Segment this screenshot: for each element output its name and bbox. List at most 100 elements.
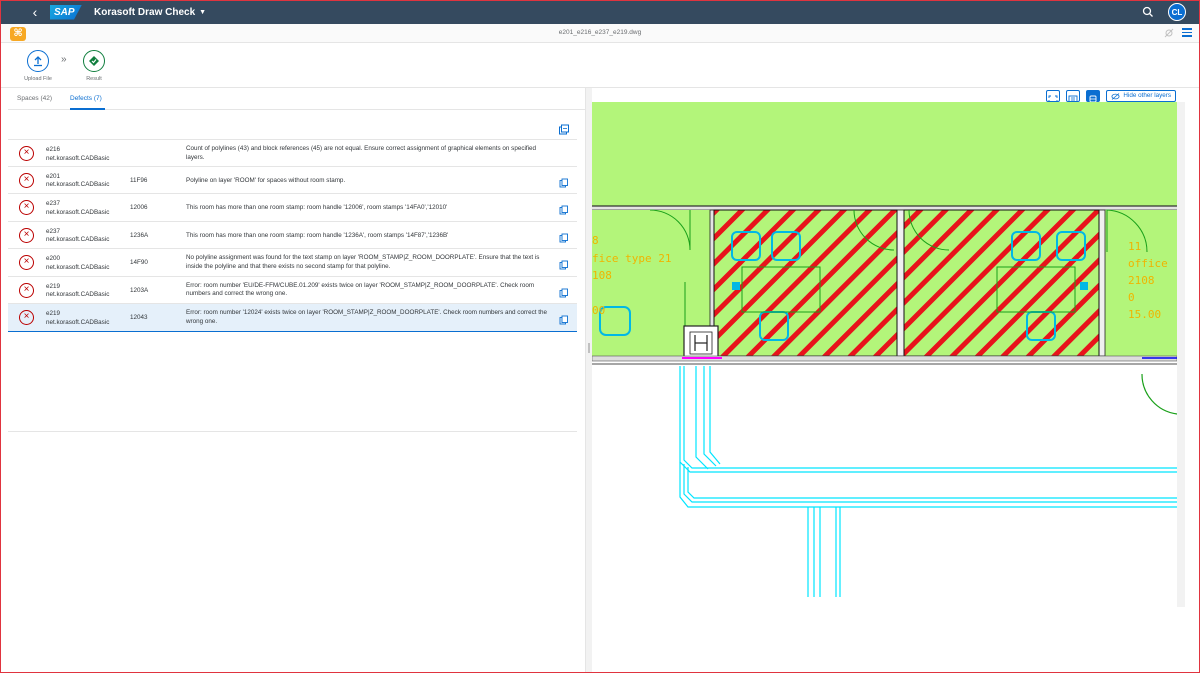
tab-spaces[interactable]: Spaces (42) [17, 95, 52, 102]
upload-icon[interactable] [27, 50, 49, 72]
copy-icon[interactable] [559, 175, 569, 187]
room-right-label-level: 0 [1128, 291, 1135, 304]
defect-message: This room has more than one room stamp: … [186, 204, 448, 211]
panel-splitter[interactable] [585, 88, 592, 673]
defect-source: net.korasoft.CADBasic [46, 181, 110, 188]
defect-row[interactable]: × e201 net.korasoft.CADBasic 11F96 Polyline … [8, 166, 577, 194]
defect-row[interactable]: × e237 net.korasoft.CADBasic 1236A This room… [8, 221, 577, 249]
defect-handle: 1236A [130, 231, 149, 239]
sap-logo-text: SAP [54, 6, 75, 18]
defect-source: net.korasoft.CADBasic [46, 236, 110, 243]
copy-icon[interactable] [559, 312, 569, 325]
document-bar: ⌘ e201_e216_e237_e219.dwg [0, 24, 1200, 43]
result-label: Result [86, 76, 102, 82]
defect-code-block: e200 net.korasoft.CADBasic [46, 255, 109, 272]
room-right-label-code: 2108 [1128, 274, 1155, 287]
defect-code: e219 [46, 310, 61, 317]
hide-other-layers-label: Hide other layers [1123, 92, 1171, 99]
defect-code: e237 [46, 227, 61, 235]
defect-source: net.korasoft.CADBasic [46, 318, 110, 326]
defect-code: e200 [46, 255, 61, 262]
defect-message: No polyline assignment was found for the… [186, 254, 540, 270]
room-left-label-type: fice type 21 [592, 252, 671, 265]
defect-row[interactable]: × e237 net.korasoft.CADBasic 12006 This room… [8, 194, 577, 222]
defect-code-block: e237 net.korasoft.CADBasic [46, 200, 109, 217]
defect-handle: 11F96 [130, 176, 148, 184]
upload-file-label: Upload File [24, 76, 52, 82]
app-title[interactable]: Korasoft Draw Check [94, 7, 195, 18]
wall-top [592, 206, 1177, 210]
upload-file-step[interactable]: Upload File [18, 50, 58, 82]
copy-icon[interactable] [559, 202, 569, 215]
error-icon: × [19, 146, 34, 161]
tab-active-indicator [70, 108, 105, 110]
defect-row[interactable]: × e216 net.korasoft.CADBasic Count of polyl… [8, 139, 577, 167]
defect-code-block: e237 net.korasoft.CADBasic [46, 228, 109, 245]
defect-message: Count of polylines (43) and block refere… [186, 145, 537, 161]
drawing-toolbar: Hide other layers [1046, 90, 1176, 103]
highlight-layers-button[interactable] [1086, 90, 1101, 103]
fit-to-screen-button[interactable] [1046, 90, 1061, 103]
defects-panel: Spaces (42) Defects (7) × e216 net.korasof… [0, 88, 585, 673]
defect-source: net.korasoft.CADBasic [46, 291, 110, 298]
back-icon[interactable]: ‹ [24, 4, 46, 20]
chevron-down-icon[interactable]: ▼ [199, 9, 206, 16]
defect-handle: 12043 [130, 314, 148, 321]
splitter-grip-icon[interactable] [588, 343, 590, 353]
avatar[interactable]: CL [1168, 3, 1186, 21]
layers-list-button[interactable] [1066, 90, 1081, 103]
hide-other-layers-button[interactable]: Hide other layers [1106, 90, 1176, 102]
defect-row[interactable]: × e200 net.korasoft.CADBasic 14F90 No polyli… [8, 249, 577, 277]
defect-code-block: e216 net.korasoft.CADBasic [46, 146, 109, 163]
drawing-scrollbar[interactable] [1177, 102, 1185, 607]
defect-code-block: e201 net.korasoft.CADBasic [46, 173, 109, 190]
error-icon: × [19, 310, 34, 325]
tab-bar: Spaces (42) Defects (7) [8, 88, 585, 110]
export-icon[interactable] [558, 123, 570, 135]
tab-defects[interactable]: Defects (7) [70, 95, 102, 102]
copy-icon[interactable] [559, 257, 569, 270]
room-right-label-area: 15.00 [1128, 308, 1161, 321]
room-right-label-type: office [1128, 257, 1168, 270]
room-left-label-number: 8 [592, 234, 599, 247]
error-icon: × [19, 172, 34, 188]
result-icon[interactable] [83, 50, 105, 72]
sap-logo: SAP [50, 4, 82, 20]
defect-list: × e216 net.korasoft.CADBasic Count of polyl… [8, 139, 577, 332]
defect-row[interactable]: × e219 net.korasoft.CADBasic 1203A Error: ro… [8, 276, 577, 304]
room-left-label-area: 00 [592, 304, 605, 317]
error-icon: × [19, 255, 34, 270]
cad-drawing[interactable]: 8 fice type 21 108 00 11 office 2108 0 1… [591, 102, 1178, 607]
room-left-label-code: 108 [592, 269, 612, 282]
search-icon[interactable] [1140, 4, 1156, 20]
result-step[interactable]: Result [74, 50, 114, 82]
menu-icon[interactable] [1182, 28, 1192, 37]
error-icon: × [19, 227, 34, 243]
double-chevron-right-icon: » [61, 54, 67, 65]
defect-code: e219 [46, 282, 61, 290]
room-area-top [592, 102, 1177, 207]
defect-message: Error: room number 'EU/DE-FFM/CUBE.01.20… [186, 281, 535, 298]
elevator-symbol [683, 325, 719, 359]
file-name: e201_e216_e237_e219.dwg [558, 29, 642, 36]
process-toolbar: Upload File » Result [0, 44, 1200, 88]
room-right-label-number: 11 [1128, 240, 1141, 253]
defect-source: net.korasoft.CADBasic [46, 263, 110, 271]
defect-handle: 1203A [130, 286, 149, 294]
defect-code: e237 [46, 200, 61, 207]
hide-icon[interactable] [1164, 28, 1174, 38]
defect-message: This room has more than one room stamp: … [186, 231, 449, 239]
cad-drawing-canvas[interactable]: 8 fice type 21 108 00 11 office 2108 0 1… [591, 102, 1178, 607]
copy-icon[interactable] [559, 230, 569, 242]
defect-code: e216 [46, 146, 61, 153]
error-icon: × [19, 200, 34, 215]
defect-message: Polyline on layer 'ROOM' for spaces with… [186, 176, 346, 184]
pipe-lines [679, 366, 1177, 597]
defect-row[interactable]: × e219 net.korasoft.CADBasic 12043 Error: ro… [8, 304, 577, 332]
defect-message: Error: room number '12024' exists twice … [186, 309, 548, 325]
eye-off-icon [1111, 92, 1120, 100]
error-icon: × [19, 282, 34, 298]
copy-icon[interactable] [559, 285, 569, 297]
defect-handle: 12006 [130, 204, 148, 211]
defect-source: net.korasoft.CADBasic [46, 208, 110, 216]
